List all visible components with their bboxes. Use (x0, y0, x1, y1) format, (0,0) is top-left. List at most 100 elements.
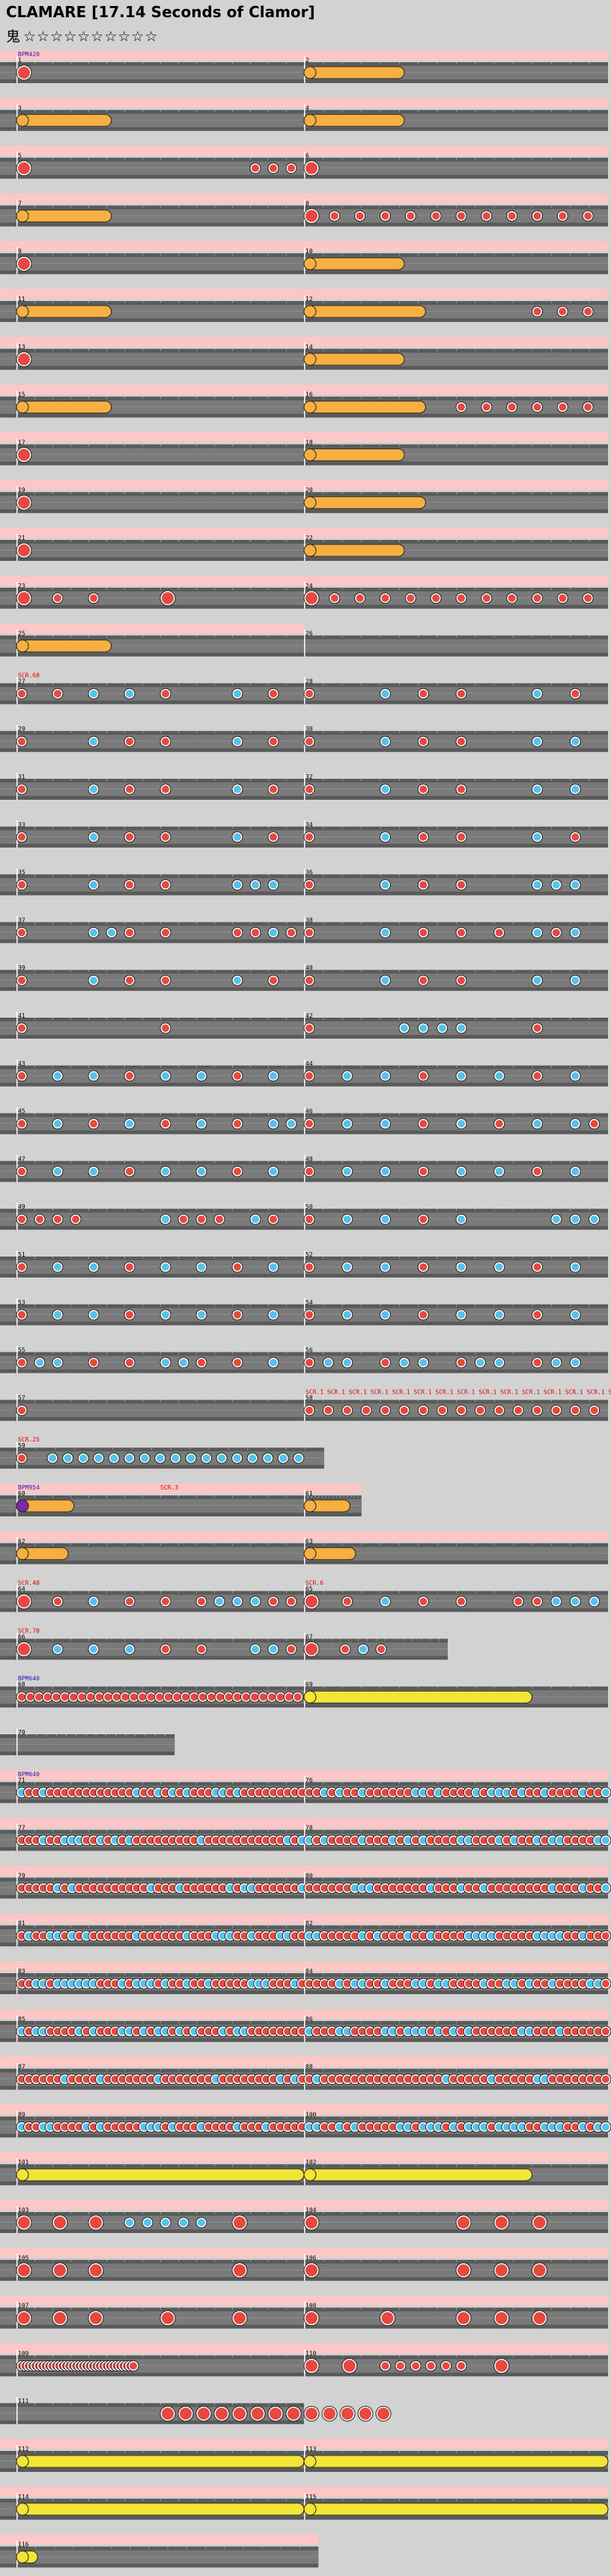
beat-tick (70, 2498, 71, 2501)
gogo-band (0, 2200, 304, 2210)
beat-tick (589, 444, 590, 447)
note-core (533, 1358, 541, 1367)
beat-tick (430, 1638, 431, 1641)
note-core (198, 1645, 205, 1653)
beat-tick (398, 1877, 400, 1880)
note-core (18, 929, 25, 937)
beat-tick (456, 2307, 457, 2310)
beat-tick (418, 396, 419, 399)
beat-tick (513, 1018, 514, 1020)
beat-tick (532, 1877, 533, 1880)
beat-tick (142, 683, 143, 686)
note-core (162, 690, 169, 698)
beat-tick (380, 2307, 381, 2310)
beat-tick (286, 62, 287, 64)
beat-tick (250, 2164, 251, 2167)
beat-tick (52, 1400, 53, 1403)
measure-number: 79 (18, 1872, 25, 1879)
note-core (126, 690, 133, 698)
beat-tick (532, 1304, 533, 1307)
beat-tick (589, 2212, 590, 2214)
beat-tick (589, 2164, 590, 2167)
note-core (381, 929, 389, 937)
beat-tick (589, 2068, 590, 2071)
beat-tick (250, 1018, 251, 1020)
beat-tick (550, 1686, 552, 1689)
note-core (306, 2217, 317, 2229)
beat-tick (341, 1686, 343, 1689)
note-core (270, 1310, 277, 1319)
note-core (18, 1120, 25, 1128)
beat-tick (52, 922, 53, 925)
beat-tick (456, 109, 457, 112)
beat-tick (142, 205, 143, 208)
beat-tick (196, 1495, 197, 1498)
measure-number: 82 (306, 1920, 313, 1927)
note-core (234, 786, 241, 793)
beat-tick (268, 1543, 269, 1546)
note-core (432, 594, 440, 602)
drumroll (303, 448, 405, 461)
balloon-head (303, 2168, 317, 2181)
beat-tick (52, 1352, 53, 1355)
beat-tick (550, 970, 552, 973)
note-core (90, 1072, 97, 1080)
beat-tick (196, 683, 197, 686)
beat-tick (178, 205, 179, 208)
gogo-band (304, 2295, 608, 2306)
beat-tick (418, 2164, 419, 2167)
beat-tick (54, 2546, 55, 2549)
beat-tick (361, 1686, 362, 1689)
gogo-band (0, 336, 304, 347)
beat-tick (380, 826, 381, 829)
note-core (126, 1263, 133, 1271)
beat-tick (268, 1591, 269, 1594)
beat-tick (570, 1304, 571, 1307)
beat-tick (380, 2259, 381, 2262)
beat-tick (285, 1448, 287, 1450)
beat-tick (196, 2259, 197, 2262)
note-core (552, 1358, 560, 1367)
beat-tick (513, 2355, 514, 2358)
beat-tick (214, 731, 215, 734)
note-core (533, 212, 541, 220)
beat-tick (493, 301, 495, 303)
beat-tick (232, 1400, 233, 1403)
note-core (90, 1645, 97, 1653)
beat-tick (268, 2020, 269, 2023)
beat-tick (437, 1877, 438, 1880)
beat-tick (160, 492, 161, 495)
beat-tick (513, 2212, 514, 2214)
beat-tick (232, 1209, 233, 1212)
drumroll-head (303, 1499, 317, 1513)
beat-tick (196, 2116, 197, 2119)
beat-tick (88, 1829, 89, 1832)
beat-tick (88, 2498, 89, 2501)
note-core (458, 833, 465, 841)
note-core (419, 1263, 428, 1271)
beat-tick (214, 2403, 215, 2406)
measure-label: SCR.48 (18, 1580, 40, 1587)
note-core (90, 2312, 102, 2324)
note-core (571, 1072, 580, 1080)
drumroll (303, 66, 405, 79)
beat-tick (178, 348, 179, 351)
beat-tick (34, 2116, 35, 2119)
note-core (52, 1693, 61, 1701)
beat-tick (341, 62, 343, 64)
beat-tick (437, 1209, 438, 1212)
beat-tick (456, 731, 457, 734)
beat-tick (398, 1973, 400, 1975)
note-core (552, 1597, 560, 1606)
note-core (181, 1693, 189, 1701)
note-core (495, 1120, 503, 1128)
note-core (216, 1693, 224, 1701)
beat-tick (160, 253, 161, 256)
beat-tick (361, 492, 362, 495)
beat-tick (341, 1543, 343, 1546)
beat-tick (550, 2116, 552, 2119)
beat-tick (52, 1591, 53, 1594)
note-core (72, 1215, 79, 1224)
drumroll-head (303, 448, 317, 461)
lane-center-line (304, 645, 608, 646)
